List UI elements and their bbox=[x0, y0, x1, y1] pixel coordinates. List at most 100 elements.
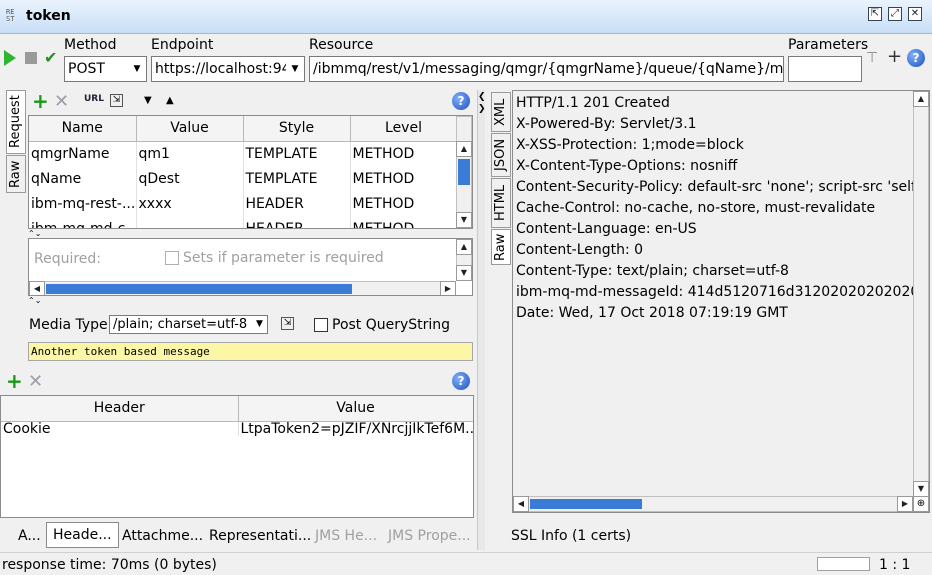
scroll-up-icon[interactable]: ▲ bbox=[456, 141, 472, 157]
response-line: X-XSS-Protection: 1;mode=block bbox=[516, 137, 744, 153]
table-cell[interactable]: ibm-mq-rest-... bbox=[29, 191, 137, 216]
zoom-icon[interactable]: ⊕ bbox=[913, 496, 929, 512]
table-cell[interactable]: qName bbox=[29, 166, 137, 191]
required-checkbox[interactable] bbox=[165, 251, 179, 265]
tab-json[interactable]: JSON bbox=[491, 133, 511, 177]
scroll-thumb[interactable] bbox=[458, 159, 470, 185]
tab-representations[interactable]: Representati... bbox=[209, 527, 311, 549]
tab-jms-properties[interactable]: JMS Prope... bbox=[388, 527, 471, 549]
table-cell[interactable]: TEMPLATE bbox=[243, 166, 351, 191]
scroll-left-icon[interactable]: ◀ bbox=[513, 496, 529, 512]
collapse-left-icon[interactable]: ❮ bbox=[478, 92, 486, 102]
table-cell[interactable]: METHOD bbox=[350, 216, 458, 228]
table-cell[interactable]: Cookie bbox=[1, 421, 239, 436]
scroll-right-icon[interactable]: ▶ bbox=[897, 496, 913, 512]
validate-icon[interactable]: ✔ bbox=[44, 48, 57, 67]
ssl-info-tab[interactable]: SSL Info (1 certs) bbox=[511, 527, 631, 549]
splitter-icon[interactable]: ⌃⌄ bbox=[28, 229, 41, 238]
tab-raw-response[interactable]: Raw bbox=[491, 229, 511, 265]
stop-icon[interactable] bbox=[25, 52, 37, 64]
detach-icon[interactable]: ⇱ bbox=[868, 7, 882, 21]
tab-headers[interactable]: Heade... bbox=[46, 522, 119, 548]
endpoint-select[interactable]: https://localhost:944 ▼ bbox=[151, 56, 305, 82]
scroll-up-icon[interactable]: ▲ bbox=[456, 239, 472, 255]
details-vscrollbar[interactable]: ▲ ▼ bbox=[456, 239, 472, 281]
table-cell[interactable]: qmgrName bbox=[29, 141, 137, 166]
tab-request[interactable]: Request bbox=[6, 90, 26, 154]
tab-auth[interactable]: A... bbox=[18, 527, 41, 549]
progress-box bbox=[817, 557, 870, 571]
table-cell[interactable] bbox=[136, 216, 244, 228]
add-param-icon[interactable]: + bbox=[887, 46, 902, 67]
details-hscrollbar[interactable]: ◀ ▶ bbox=[29, 281, 456, 295]
collapse-right-icon[interactable]: ❯ bbox=[478, 104, 486, 114]
help-icon[interactable]: ? bbox=[452, 372, 470, 390]
add-param-icon[interactable]: + bbox=[32, 91, 49, 111]
table-cell[interactable]: LtpaToken2=pJZIF/XNrcjjIkTef6M... bbox=[238, 421, 473, 436]
column-header[interactable]: Name bbox=[29, 116, 137, 142]
table-cell[interactable]: qm1 bbox=[136, 141, 244, 166]
tab-xml[interactable]: XML bbox=[491, 92, 511, 132]
remove-header-icon[interactable]: ✕ bbox=[28, 373, 43, 391]
parameters-input[interactable] bbox=[788, 56, 862, 82]
response-panel: HTTP/1.1 201 Created X-Powered-By: Servl… bbox=[512, 90, 930, 513]
table-cell[interactable]: METHOD bbox=[350, 166, 458, 191]
table-row[interactable]: ibm-mq-rest-... xxxx HEADER METHOD bbox=[29, 191, 458, 216]
column-header[interactable]: Value bbox=[136, 116, 244, 142]
table-cell[interactable]: HEADER bbox=[243, 216, 351, 228]
scroll-up-icon[interactable]: ▲ bbox=[913, 91, 929, 107]
scroll-right-icon[interactable]: ▶ bbox=[440, 281, 456, 295]
table-cell[interactable]: METHOD bbox=[350, 141, 458, 166]
column-header[interactable]: Value bbox=[238, 396, 473, 422]
help-icon[interactable]: ? bbox=[907, 49, 925, 67]
response-vscrollbar[interactable]: ▲ ▼ bbox=[913, 91, 929, 497]
table-cell[interactable]: METHOD bbox=[350, 191, 458, 216]
response-line: Content-Type: text/plain; charset=utf-8 bbox=[516, 263, 789, 279]
response-hscrollbar[interactable]: ◀ ▶ bbox=[513, 496, 913, 512]
tab-raw[interactable]: Raw bbox=[6, 155, 26, 193]
table-cell[interactable]: HEADER bbox=[243, 191, 351, 216]
media-options-icon[interactable]: ⇲ bbox=[281, 317, 294, 330]
scroll-thumb[interactable] bbox=[530, 499, 642, 509]
params-scrollbar[interactable]: ▲ ▼ bbox=[456, 116, 472, 228]
table-row[interactable]: qmgrName qm1 TEMPLATE METHOD bbox=[29, 141, 458, 166]
resource-input[interactable]: /ibmmq/rest/v1/messaging/qmgr/{qmgrName}… bbox=[309, 56, 784, 82]
chevron-up-icon[interactable]: ▲ bbox=[166, 95, 174, 106]
table-cell[interactable]: xxxx bbox=[136, 191, 244, 216]
tab-attachments[interactable]: Attachme... bbox=[122, 527, 203, 549]
tab-html[interactable]: HTML bbox=[491, 178, 511, 228]
post-querystring-checkbox[interactable] bbox=[314, 318, 328, 332]
table-cell[interactable]: TEMPLATE bbox=[243, 141, 351, 166]
chevron-down-icon[interactable]: ▼ bbox=[144, 95, 152, 106]
help-icon[interactable]: ? bbox=[452, 92, 470, 110]
table-row[interactable]: ibm-mq-md-c... HEADER METHOD bbox=[29, 216, 458, 228]
run-icon[interactable] bbox=[4, 50, 16, 66]
scroll-left-icon[interactable]: ◀ bbox=[29, 281, 45, 295]
request-body-editor[interactable]: Another token based message bbox=[28, 342, 473, 361]
close-icon[interactable]: ✕ bbox=[908, 7, 922, 21]
table-cell[interactable]: qDest bbox=[136, 166, 244, 191]
scroll-thumb[interactable] bbox=[46, 284, 352, 294]
splitter-icon[interactable]: ⌃⌄ bbox=[28, 296, 41, 305]
table-cell[interactable]: ibm-mq-md-c... bbox=[29, 216, 137, 228]
url-icon[interactable]: URL bbox=[84, 94, 104, 104]
column-header[interactable]: Header bbox=[1, 396, 239, 422]
tab-jms-headers[interactable]: JMS He... bbox=[315, 527, 377, 549]
scroll-down-icon[interactable]: ▼ bbox=[913, 481, 929, 497]
method-select[interactable]: POST ▼ bbox=[64, 56, 147, 82]
remove-param-icon[interactable]: ✕ bbox=[54, 93, 69, 111]
response-text[interactable]: HTTP/1.1 201 Created X-Powered-By: Servl… bbox=[516, 93, 913, 493]
export-icon[interactable]: ⇲ bbox=[110, 94, 123, 107]
clear-params-icon[interactable]: ⊤ bbox=[866, 50, 878, 66]
column-header[interactable]: Level bbox=[350, 116, 458, 142]
column-header[interactable]: Style bbox=[243, 116, 351, 142]
param-details-panel: Required: Sets if parameter is required … bbox=[28, 238, 473, 296]
maximize-icon[interactable]: ⤢ bbox=[888, 7, 902, 21]
media-type-select[interactable]: /plain; charset=utf-8 ▼ bbox=[109, 315, 268, 334]
pane-splitter[interactable]: ❮ ❯ bbox=[477, 90, 486, 550]
table-row[interactable]: qName qDest TEMPLATE METHOD bbox=[29, 166, 458, 191]
scroll-down-icon[interactable]: ▼ bbox=[456, 212, 472, 228]
add-header-icon[interactable]: + bbox=[6, 371, 23, 391]
table-row[interactable]: Cookie LtpaToken2=pJZIF/XNrcjjIkTef6M... bbox=[1, 421, 473, 436]
scroll-down-icon[interactable]: ▼ bbox=[456, 265, 472, 281]
